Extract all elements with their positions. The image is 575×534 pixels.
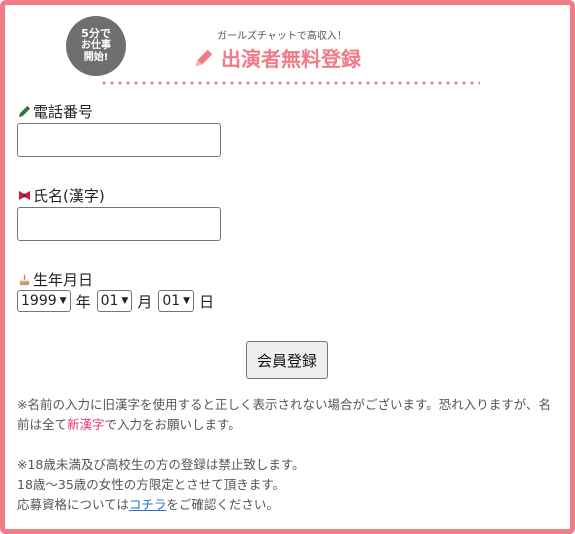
note-kanji-highlight: 新漢字 [67, 417, 105, 432]
start-badge: 5分で お仕事 開始! [66, 16, 126, 76]
phone-label: 電話番号 [18, 101, 93, 122]
phone-input[interactable] [17, 123, 221, 157]
chevron-down-icon: ▼ [59, 296, 67, 306]
note-kanji-text-b: で入力をお願いします。 [104, 417, 241, 432]
cake-icon [19, 274, 30, 286]
name-label-text: 氏名(漢字) [33, 187, 105, 205]
pencil-icon [18, 105, 31, 118]
dob-row: 1999 ▼ 年 01 ▼ 月 01 ▼ 日 [17, 290, 220, 312]
dob-label-text: 生年月日 [33, 271, 94, 289]
badge-line-3: 開始! [83, 52, 109, 63]
page-title: 出演者無料登録 [193, 43, 361, 72]
note-kanji: ※名前の入力に旧漢字を使用すると正しく表示されない場合がございます。恐れ入ります… [17, 395, 557, 435]
month-unit: 月 [137, 292, 153, 311]
eligibility-link[interactable]: コチラ [129, 497, 167, 512]
month-value: 01 [100, 293, 119, 309]
name-input[interactable] [17, 207, 221, 241]
year-select[interactable]: 1999 ▼ [17, 290, 71, 312]
dotted-divider [100, 81, 480, 85]
note-eligibility-text-a: 応募資格については [17, 497, 129, 512]
badge-line-1: 5分で [81, 27, 111, 40]
day-value: 01 [162, 293, 181, 309]
name-label: 氏名(漢字) [18, 185, 105, 206]
month-select[interactable]: 01 ▼ [96, 290, 133, 312]
registration-panel: 5分で お仕事 開始! ガールズチャットで高収入！ 出演者無料登録 電話番号 氏 [0, 0, 575, 534]
note-age-prohibit: ※18歳未満及び高校生の方の登録は禁止致します。 [17, 457, 305, 472]
day-unit: 日 [199, 292, 215, 311]
register-button[interactable]: 会員登録 [246, 341, 328, 379]
badge-line-2: お仕事 [81, 40, 111, 51]
note-eligibility: 応募資格についてはコチラをご確認ください。 [17, 495, 557, 515]
tagline: ガールズチャットで高収入！ [217, 31, 347, 42]
year-value: 1999 [21, 293, 57, 309]
dob-label: 生年月日 [18, 269, 93, 290]
note-eligibility-text-b: をご確認ください。 [166, 497, 279, 512]
chevron-down-icon: ▼ [183, 296, 191, 306]
phone-label-text: 電話番号 [33, 103, 94, 121]
note-age-range: 18歳～35歳の女性の方限定とさせて頂きます。 [17, 477, 286, 492]
pencil-icon [195, 49, 213, 66]
header: 5分で お仕事 開始! ガールズチャットで高収入！ 出演者無料登録 [5, 5, 570, 95]
ribbon-icon [18, 190, 31, 201]
day-select[interactable]: 01 ▼ [158, 290, 195, 312]
notes: ※名前の入力に旧漢字を使用すると正しく表示されない場合がございます。恐れ入ります… [17, 395, 557, 515]
year-unit: 年 [75, 292, 91, 311]
title-text: 出演者無料登録 [221, 47, 361, 71]
chevron-down-icon: ▼ [121, 296, 129, 306]
